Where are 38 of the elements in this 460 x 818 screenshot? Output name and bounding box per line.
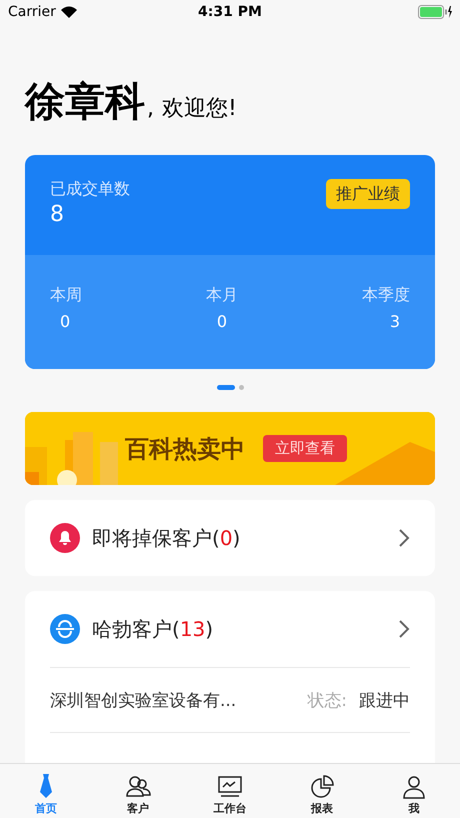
wifi-icon — [60, 6, 77, 18]
status-time: 4:31 PM — [198, 4, 262, 20]
banner-title: 百科热卖中 — [125, 434, 245, 464]
welcome-text: 欢迎您! — [162, 95, 237, 123]
tab-item[interactable]: 首页 — [0, 764, 92, 818]
status-label: 状态: — [307, 690, 347, 712]
customers-title[interactable]: 哈勃客户(13) — [92, 616, 386, 642]
promo-button[interactable]: 推广业绩 — [326, 179, 410, 209]
alert-card[interactable]: 即将掉保客户(0) — [25, 500, 435, 576]
person-icon — [402, 775, 426, 799]
tab-item[interactable]: 我 — [368, 764, 460, 818]
comma-text: , — [147, 96, 154, 121]
period-value: 3 — [388, 312, 401, 331]
carrier-label: Carrier — [8, 4, 56, 20]
chevron-right-icon — [398, 528, 410, 548]
user-name: 徐章科 — [25, 78, 145, 127]
battery-icon — [418, 5, 452, 19]
people-icon — [125, 775, 151, 799]
stat-value: 8 — [50, 202, 65, 227]
period-label: 本周 — [50, 285, 82, 306]
tab-item[interactable]: 工作台 — [184, 764, 276, 818]
customer-name[interactable]: 深圳智创实验室设备有... — [50, 688, 308, 712]
pie-chart-icon — [310, 775, 334, 799]
promo-banner[interactable]: 百科热卖中 立即查看 — [25, 412, 435, 485]
period-label: 本月 — [206, 285, 238, 306]
status-value: 跟进中 — [359, 690, 410, 712]
period-value: 0 — [59, 312, 72, 331]
planet-icon — [50, 614, 80, 644]
tab-item[interactable]: 客户 — [92, 764, 184, 818]
bell-icon — [50, 523, 80, 553]
tab-item[interactable]: 报表 — [276, 764, 368, 818]
monitor-icon — [217, 775, 243, 799]
alert-title: 即将掉保客户(0) — [92, 524, 242, 552]
pager-dot[interactable] — [238, 384, 244, 390]
period-label: 本季度 — [362, 285, 410, 306]
stat-label: 已成交单数 — [50, 179, 130, 200]
period-value: 0 — [216, 312, 228, 331]
chevron-right-icon — [398, 619, 410, 639]
